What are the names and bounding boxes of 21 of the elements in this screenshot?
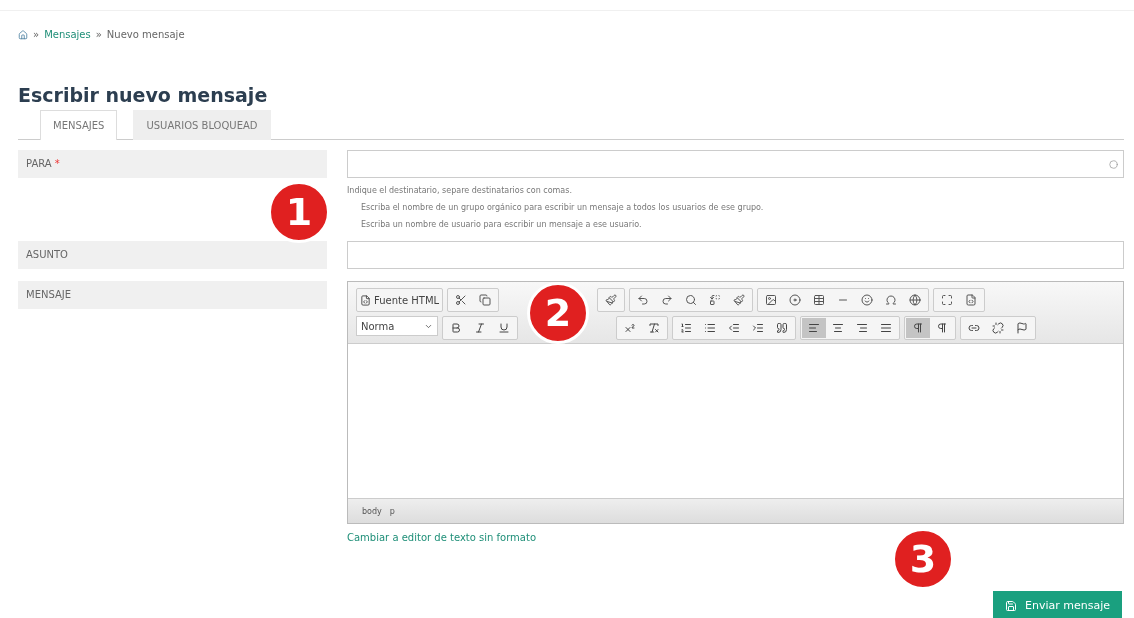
field-label: MENSAJE [18, 281, 327, 309]
hint-text: Escriba el nombre de un grupo orgánico para escribir un mensaje a todos los usuarios de ese grupo. [361, 203, 765, 212]
separator: » [33, 29, 40, 40]
field-label: ASUNTO [18, 241, 327, 269]
plain-editor-link[interactable]: Cambiar a editor de texto sin formato [347, 532, 536, 543]
separator: » [95, 29, 102, 40]
breadcrumb-current: Nuevo mensaje [106, 29, 185, 40]
step-badge: 3 [892, 528, 954, 590]
help-text: Indique el destinatario, separe destinatarios con comas. [347, 186, 573, 195]
hint-text: Escriba un nombre de usuario para escribir un mensaje a ese usuario. [361, 220, 643, 229]
field-label: PARA * [18, 150, 327, 178]
step-badge: 1 [268, 181, 330, 243]
tab[interactable]: MENSAJES [40, 110, 118, 140]
tab[interactable]: USUARIOS BLOQUEAD [133, 110, 271, 140]
page-title: Escribir nuevo mensaje [18, 84, 269, 106]
send-button[interactable]: Enviar mensaje [993, 591, 1122, 618]
format-dropdown[interactable]: Norma [356, 316, 438, 336]
breadcrumb-link[interactable]: Mensajes [44, 29, 91, 40]
source-button[interactable]: Fuente HTML [358, 290, 442, 310]
element-path[interactable]: body [362, 506, 382, 516]
element-path[interactable]: p [389, 506, 395, 516]
